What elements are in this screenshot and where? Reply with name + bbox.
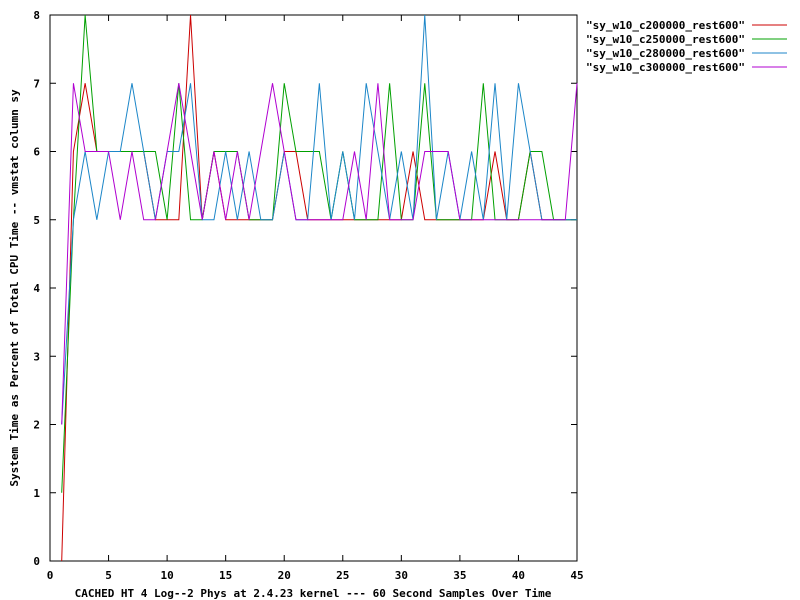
y-tick-label: 3: [33, 350, 40, 363]
legend-label: "sy_w10_c300000_rest600": [586, 61, 745, 74]
x-tick-label: 25: [336, 569, 349, 582]
plot-frame: [49, 14, 578, 562]
axis-ticks: 0 5 10 15 20 25 30 35 40 45012345678: [33, 9, 583, 582]
legend-label: "sy_w10_c200000_rest600": [586, 19, 745, 32]
legend: "sy_w10_c200000_rest600""sy_w10_c250000_…: [586, 19, 787, 74]
legend-label: "sy_w10_c250000_rest600": [586, 33, 745, 46]
series-lines: [61, 14, 578, 562]
y-tick-label: 4: [33, 282, 40, 295]
y-tick-label: 1: [33, 487, 40, 500]
x-tick-label: 20: [278, 569, 291, 582]
line-chart: 0 5 10 15 20 25 30 35 40 45012345678 "sy_w10_c200…: [8, 9, 787, 600]
x-tick-label: 15: [219, 569, 232, 582]
x-tick-label: 35: [453, 569, 466, 582]
x-tick-label: 45: [570, 569, 583, 582]
y-tick-label: 6: [33, 146, 40, 159]
y-axis-label: System Time as Percent of Total CPU Time…: [8, 89, 21, 487]
y-tick-label: 7: [33, 77, 40, 90]
x-tick-label: 40: [512, 569, 525, 582]
y-tick-label: 5: [33, 214, 40, 227]
legend-label: "sy_w10_c280000_rest600": [586, 47, 745, 60]
x-tick-label: 5: [105, 569, 112, 582]
y-tick-label: 0: [33, 555, 40, 568]
series-line-1: [61, 14, 577, 562]
x-tick-label: 30: [395, 569, 408, 582]
y-tick-label: 8: [33, 9, 40, 22]
y-tick-label: 2: [33, 419, 40, 432]
x-tick-label: 0: [47, 569, 54, 582]
x-axis-label: CACHED HT 4 Log--2 Phys at 2.4.23 kernel…: [75, 587, 552, 600]
x-tick-label: 10: [160, 569, 173, 582]
